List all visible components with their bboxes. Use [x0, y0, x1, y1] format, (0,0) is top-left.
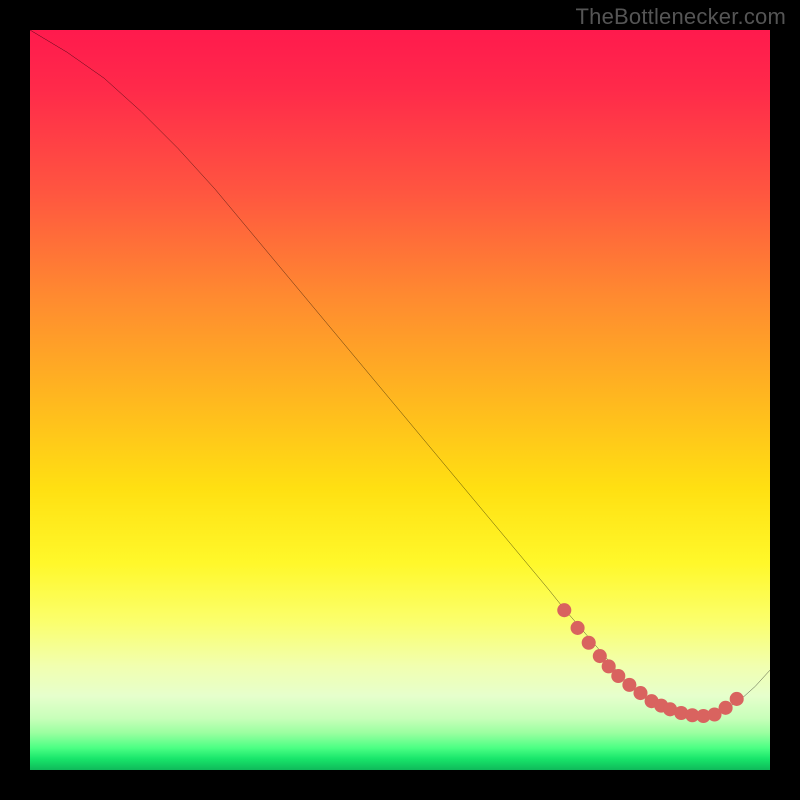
chart-frame: TheBottlenecker.com: [0, 0, 800, 800]
marker-dot: [557, 603, 571, 617]
marker-dot: [611, 669, 625, 683]
watermark-text: TheBottlenecker.com: [576, 4, 786, 30]
marker-dot: [719, 701, 733, 715]
marker-dot: [571, 621, 585, 635]
plot-area: [30, 30, 770, 770]
marker-dot: [582, 636, 596, 650]
data-curve: [30, 30, 770, 717]
chart-svg: [30, 30, 770, 770]
marker-dots: [557, 603, 743, 723]
marker-dot: [730, 692, 744, 706]
